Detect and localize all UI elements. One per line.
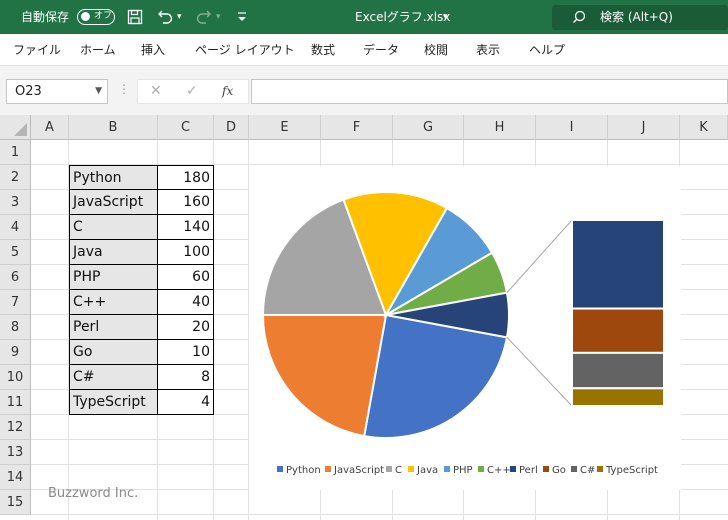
legend-label: C# <box>580 465 596 476</box>
legend-item-c-[interactable]: C# <box>571 464 595 478</box>
legend-swatch <box>277 466 283 472</box>
legend-item-python[interactable]: Python <box>277 464 321 478</box>
bar-segment-c-[interactable] <box>571 351 665 390</box>
series-connector-line <box>506 337 573 407</box>
legend-item-java[interactable]: Java <box>408 464 438 478</box>
legend-item-c[interactable]: C <box>386 464 402 478</box>
legend-item-typescript[interactable]: TypeScript <box>597 464 658 478</box>
legend-label: Java <box>417 465 439 476</box>
legend-swatch <box>478 466 484 472</box>
series-connector-line <box>506 219 573 293</box>
legend-swatch <box>543 466 549 472</box>
bar-segment-go[interactable] <box>571 307 665 354</box>
legend-item-perl[interactable]: Perl <box>510 464 538 478</box>
bar-of-pie-chart[interactable] <box>0 0 728 520</box>
legend-swatch <box>408 466 414 472</box>
watermark: Buzzword Inc. <box>48 486 139 501</box>
excel-window: 自動保存 オフ ▾ ▾ Excelグラフ.xlsx ▾ 検索 (Alt+Q) フ… <box>0 0 728 520</box>
legend-swatch <box>597 466 603 472</box>
bar-segment-perl[interactable] <box>571 219 665 310</box>
legend-label: PHP <box>453 465 473 476</box>
legend-label: Perl <box>519 465 538 476</box>
legend-label: Go <box>552 465 566 476</box>
legend-label: Python <box>286 465 321 476</box>
legend-label: C++ <box>487 465 511 476</box>
bar-segment-typescript[interactable] <box>571 387 665 407</box>
legend-swatch <box>386 466 392 472</box>
legend-swatch <box>510 466 516 472</box>
legend-label: JavaScript <box>334 465 385 476</box>
pie-slice-javascript[interactable] <box>261 314 388 438</box>
legend-label: TypeScript <box>606 465 658 476</box>
legend-item-c-[interactable]: C++ <box>478 464 511 478</box>
legend-item-php[interactable]: PHP <box>444 464 473 478</box>
legend-label: C <box>395 465 402 476</box>
legend-item-go[interactable]: Go <box>543 464 566 478</box>
legend-swatch <box>571 466 577 472</box>
legend-swatch <box>325 466 331 472</box>
legend-swatch <box>444 466 450 472</box>
legend-item-javascript[interactable]: JavaScript <box>325 464 384 478</box>
